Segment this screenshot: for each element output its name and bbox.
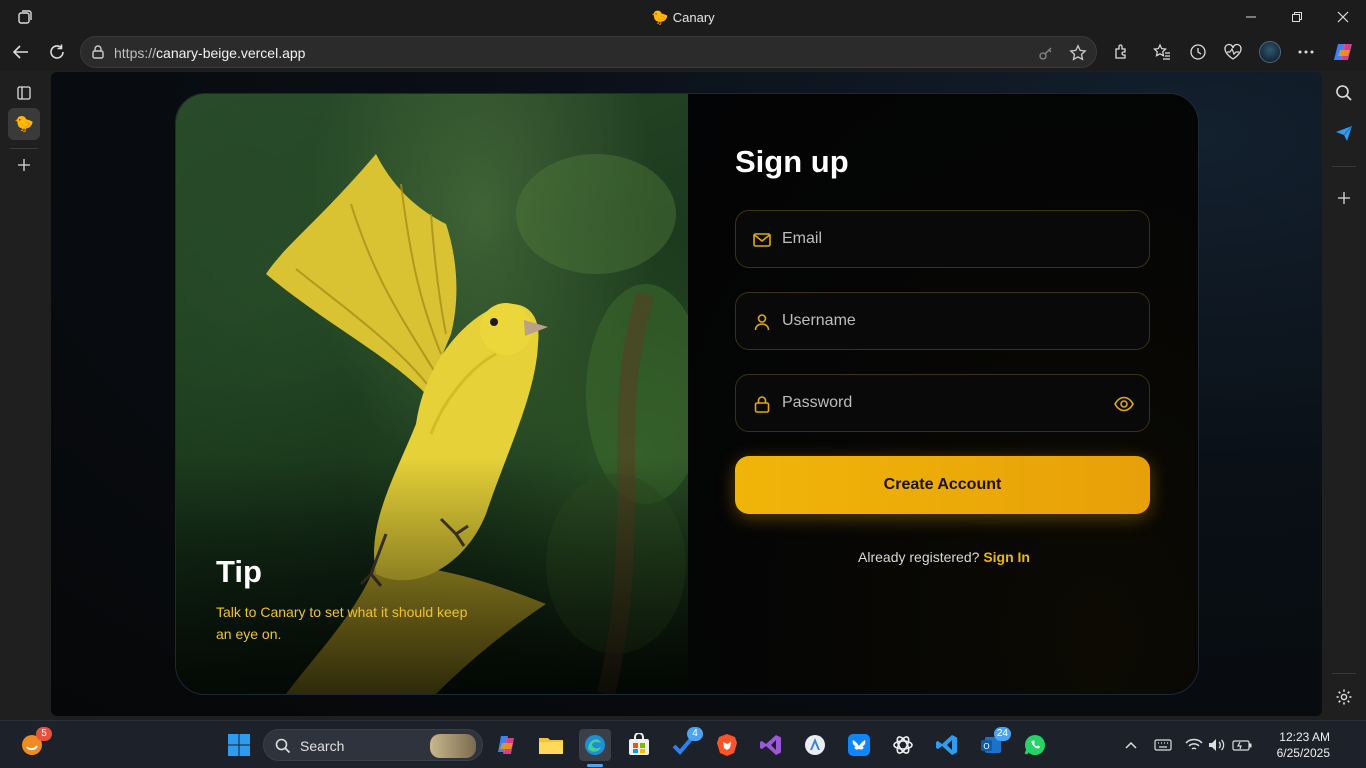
password-key-icon[interactable]	[1036, 43, 1056, 63]
mail-outlook-icon[interactable]: O 24	[975, 727, 1011, 761]
start-button[interactable]	[223, 729, 255, 761]
keyboard-icon[interactable]	[1153, 735, 1173, 755]
mail-badge: 24	[993, 727, 1011, 741]
username-input[interactable]	[782, 293, 1102, 349]
sidebar-divider-bottom	[1332, 673, 1356, 674]
title-bar: 🐤 Canary	[0, 0, 1366, 33]
signup-card: Tip Talk to Canary to set what it should…	[175, 93, 1199, 695]
signup-form: Sign up Create Account Already registere…	[688, 94, 1198, 694]
search-highlight-image	[430, 734, 476, 758]
edge-browser-icon[interactable]	[579, 729, 611, 767]
refresh-button[interactable]	[42, 38, 72, 66]
volume-icon[interactable]	[1207, 735, 1227, 755]
minimize-button[interactable]	[1228, 0, 1274, 33]
clock-time: 12:23 AM	[1279, 730, 1330, 744]
page-title: Sign up	[735, 144, 849, 179]
windows-taskbar: 5 Search 4 O 24 12:23 AM 6/25/2025	[0, 720, 1366, 768]
clock-date: 6/25/2025	[1276, 746, 1330, 760]
send-icon[interactable]	[1332, 121, 1356, 145]
email-input[interactable]	[782, 211, 1102, 267]
window-title: 🐤 Canary	[651, 9, 715, 25]
android-studio-icon[interactable]	[799, 729, 831, 761]
file-explorer-icon[interactable]	[535, 729, 567, 761]
bluesky-app-icon[interactable]	[843, 729, 875, 761]
show-hidden-icons-chevron-icon[interactable]	[1121, 735, 1141, 755]
canary-tab-favicon-icon: 🐤	[14, 116, 34, 133]
create-account-button[interactable]: Create Account	[735, 456, 1150, 514]
todo-badge: 4	[687, 727, 703, 741]
copilot-icon[interactable]	[1332, 41, 1354, 63]
user-icon	[754, 314, 770, 331]
back-button[interactable]	[6, 38, 36, 66]
favorite-star-icon[interactable]	[1068, 43, 1088, 63]
address-bar[interactable]: https://canary-beige.vercel.app	[80, 36, 1097, 68]
canary-favicon-icon: 🐤	[651, 9, 669, 25]
show-password-eye-icon[interactable]	[1113, 393, 1135, 415]
svg-text:O: O	[983, 742, 989, 751]
search-label: Search	[300, 738, 345, 754]
copilot-badge: 5	[36, 727, 52, 741]
restore-button[interactable]	[1274, 0, 1320, 33]
profile-avatar[interactable]	[1259, 41, 1281, 63]
visual-studio-icon[interactable]	[755, 729, 787, 761]
canary-photo: Tip Talk to Canary to set what it should…	[176, 94, 688, 694]
edge-sidebar	[1322, 71, 1366, 721]
vertical-tabs-sidebar: 🐤	[0, 71, 50, 721]
tip-text: Talk to Canary to set what it should kee…	[216, 604, 468, 642]
site-info-lock-icon[interactable]	[90, 44, 106, 60]
chatgpt-icon[interactable]	[887, 729, 919, 761]
username-field[interactable]	[735, 292, 1150, 350]
tab-canary[interactable]: 🐤	[8, 108, 40, 140]
extensions-icon[interactable]	[1111, 41, 1133, 63]
sign-in-link[interactable]: Sign In	[983, 549, 1030, 565]
system-clock[interactable]: 12:23 AM 6/25/2025	[1262, 729, 1330, 761]
new-tab-button[interactable]	[8, 149, 40, 181]
lock-icon	[754, 396, 770, 413]
mail-icon	[753, 233, 771, 247]
vscode-icon[interactable]	[931, 729, 963, 761]
search-icon[interactable]	[1332, 81, 1356, 105]
page-viewport: Tip Talk to Canary to set what it should…	[51, 72, 1322, 716]
microsoft-store-icon[interactable]	[623, 729, 655, 761]
wifi-icon[interactable]	[1184, 735, 1204, 755]
email-field[interactable]	[735, 210, 1150, 268]
close-button[interactable]	[1320, 0, 1366, 33]
more-options-icon[interactable]	[1295, 41, 1317, 63]
brave-browser-icon[interactable]	[711, 729, 743, 761]
browser-essentials-icon[interactable]	[1222, 41, 1244, 63]
password-field[interactable]	[735, 374, 1150, 432]
history-icon[interactable]	[1187, 41, 1209, 63]
copilot-app-icon[interactable]	[491, 729, 523, 761]
add-sidebar-app-icon[interactable]	[1332, 186, 1356, 210]
already-registered-label: Already registered?	[858, 549, 980, 565]
todo-app-icon[interactable]: 4	[667, 727, 703, 761]
taskbar-search[interactable]: Search	[263, 729, 483, 761]
already-registered-text: Already registered? Sign In	[688, 549, 1198, 565]
sidebar-divider	[1332, 166, 1356, 167]
tip-title: Tip	[216, 554, 262, 589]
whatsapp-icon[interactable]	[1019, 729, 1051, 761]
copilot-taskbar-icon[interactable]: 5	[16, 727, 52, 761]
search-icon	[275, 738, 291, 754]
battery-charging-icon[interactable]	[1232, 735, 1252, 755]
url-text[interactable]: https://canary-beige.vercel.app	[114, 45, 305, 61]
tab-actions-icon[interactable]	[8, 77, 40, 109]
settings-gear-icon[interactable]	[1332, 685, 1356, 709]
favorites-icon[interactable]	[1151, 41, 1173, 63]
navigation-bar: https://canary-beige.vercel.app	[0, 33, 1366, 71]
password-input[interactable]	[782, 375, 1102, 431]
